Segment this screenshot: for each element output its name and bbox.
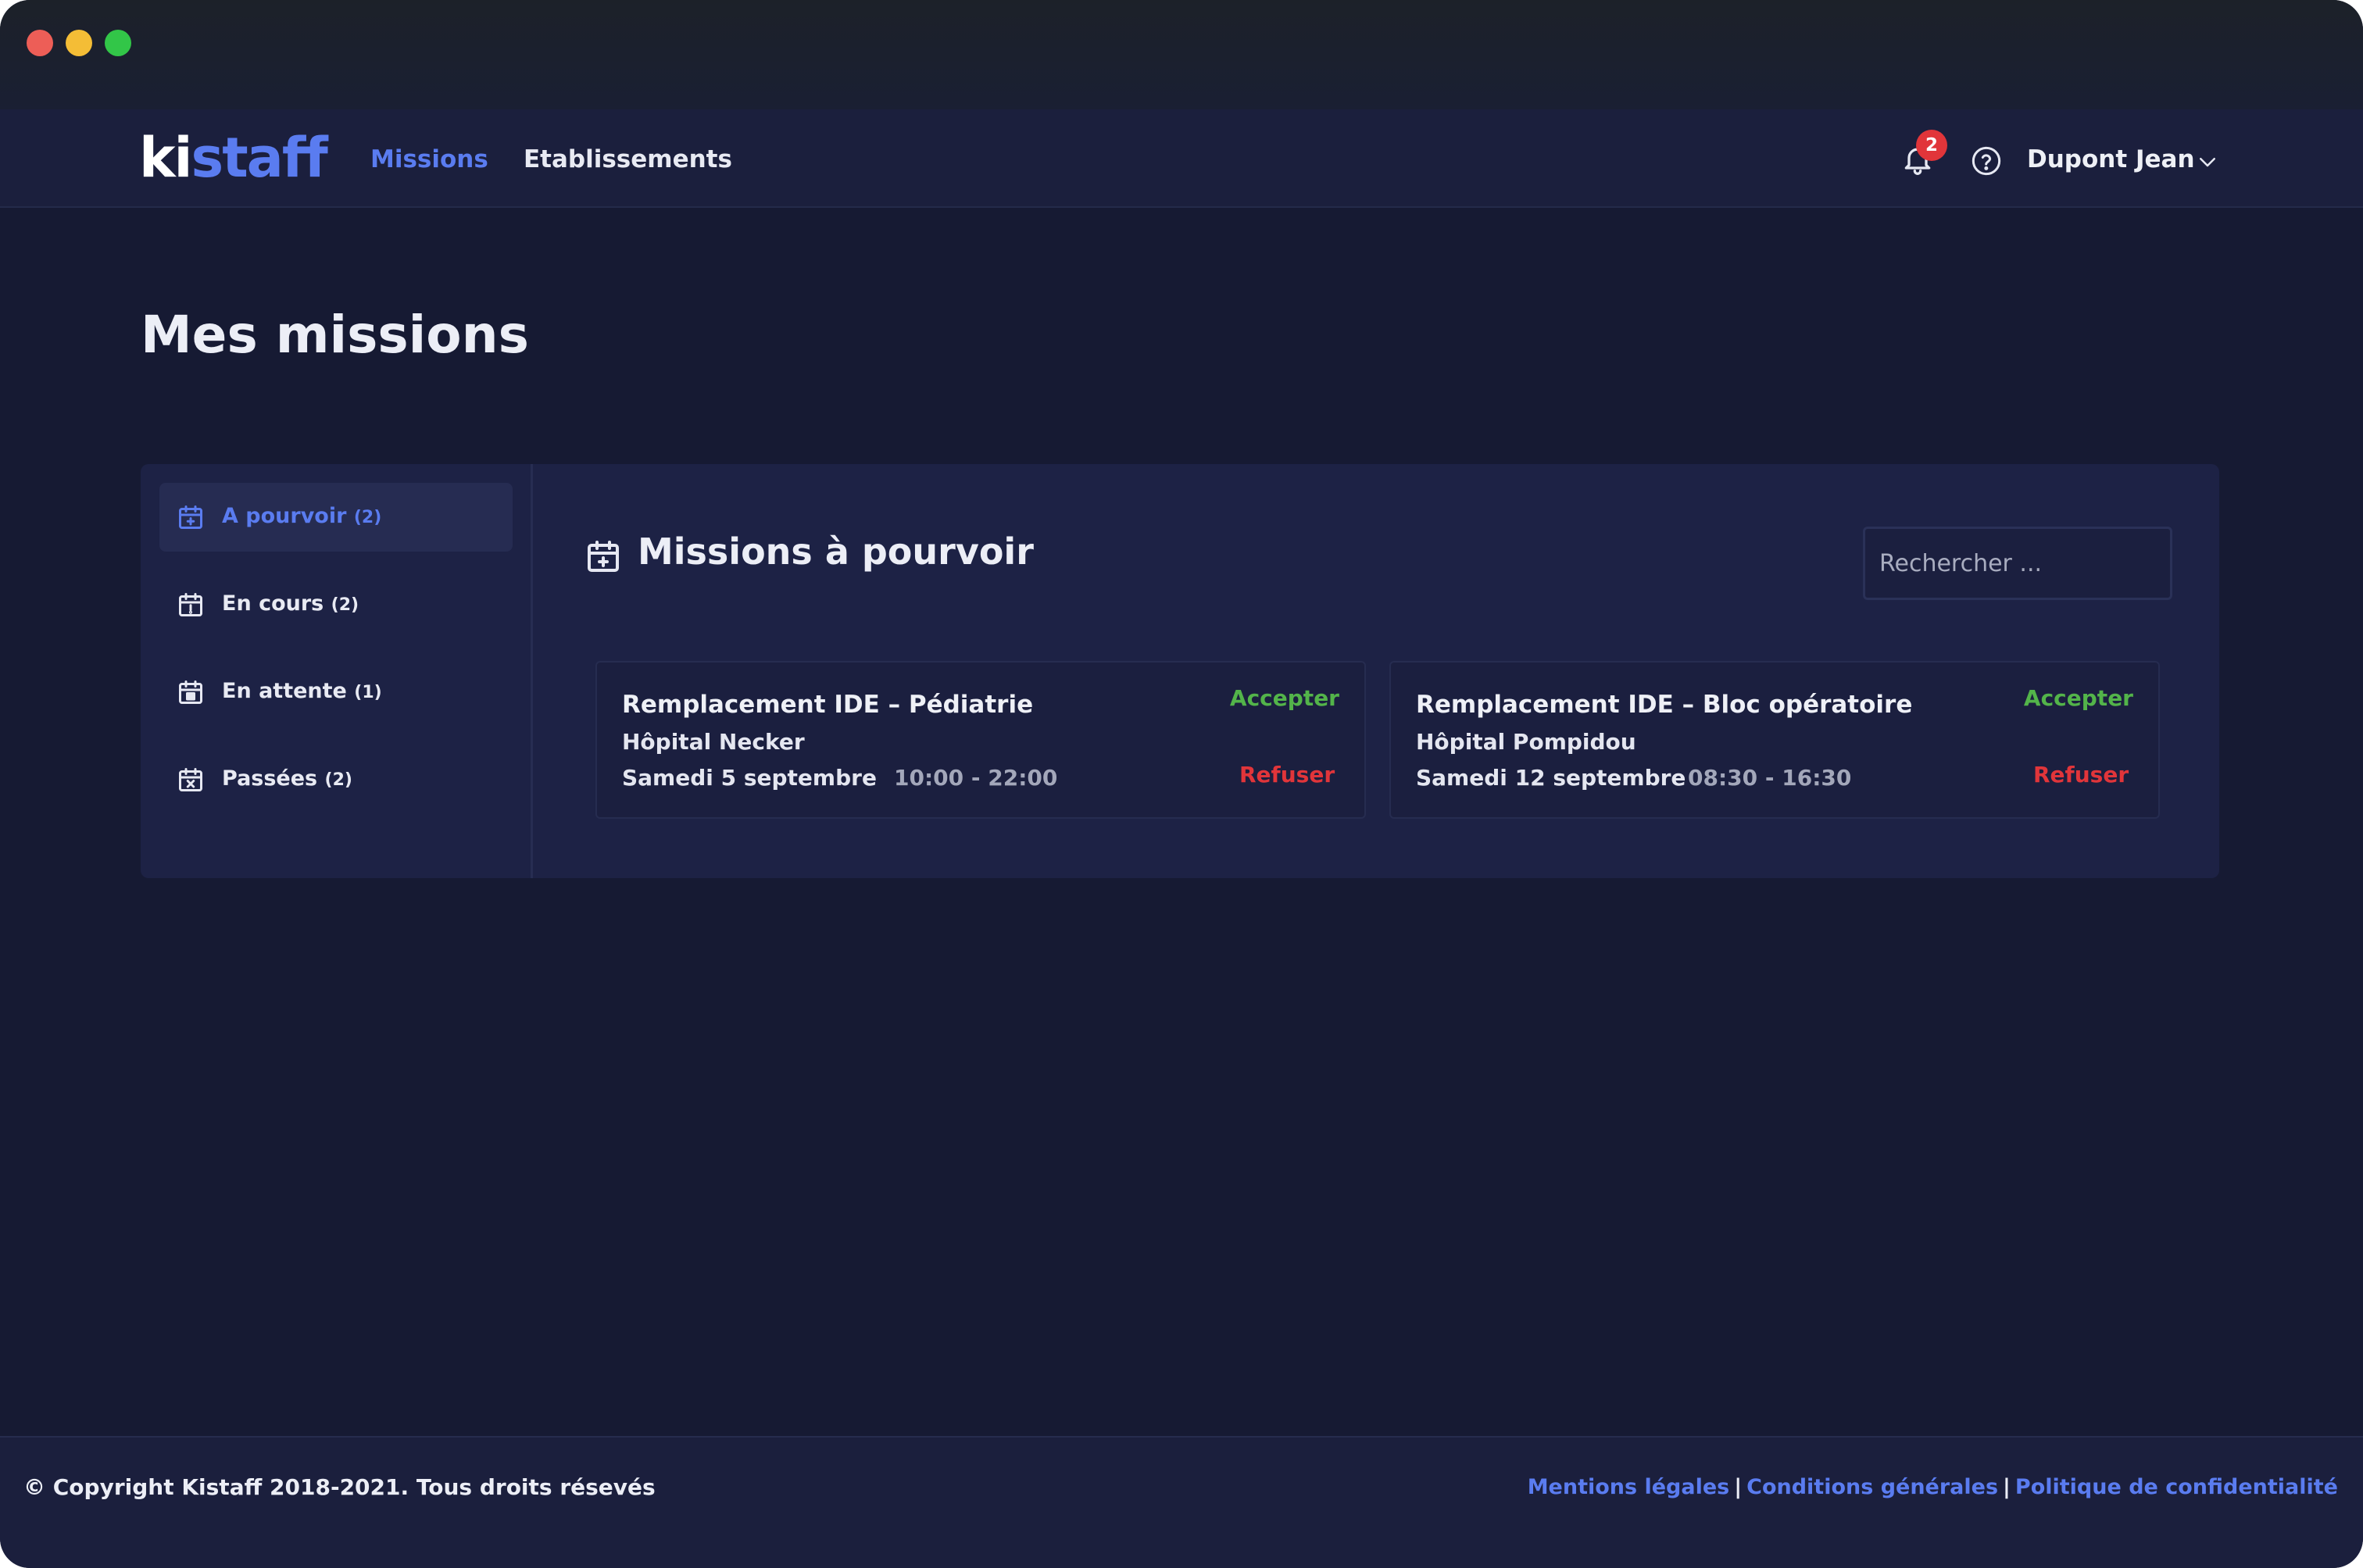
calendar-x-icon — [179, 768, 202, 791]
section-title: Missions à pourvoir — [638, 530, 1034, 573]
mission-place: Hôpital Necker — [622, 729, 805, 755]
sidebar-item-label: Passées (2) — [222, 764, 352, 795]
footer-link-mentions-legales[interactable]: Mentions légales — [1528, 1475, 1730, 1499]
footer-separator: | — [1734, 1475, 1743, 1499]
search-input[interactable] — [1863, 527, 2172, 600]
window-close-button[interactable] — [27, 30, 53, 56]
logo-part-staff: staff — [191, 126, 328, 190]
nav-missions[interactable]: Missions — [370, 144, 488, 175]
chevron-down-icon[interactable] — [2196, 150, 2219, 173]
sidebar-item-label: A pourvoir (2) — [222, 502, 381, 533]
sidebar-label-en-attente: En attente — [222, 679, 347, 703]
kistaff-logo[interactable]: kistaff — [139, 126, 328, 190]
sidebar-count-en-attente: (1) — [354, 683, 382, 702]
sidebar-label-passees: Passées — [222, 766, 318, 791]
refuse-button[interactable]: Refuser — [2033, 761, 2129, 789]
mission-place: Hôpital Pompidou — [1416, 729, 1636, 755]
sidebar-count-a-pourvoir: (2) — [353, 508, 382, 527]
window-minimize-button[interactable] — [66, 30, 92, 56]
page-footer: © Copyright Kistaff 2018-2021. Tous droi… — [0, 1436, 2363, 1568]
app-window: kistaff Missions Etablissements 2 Dupont… — [0, 0, 2363, 1568]
sidebar-count-passees: (2) — [324, 770, 352, 790]
calendar-alert-icon — [179, 593, 202, 616]
mission-card[interactable]: Remplacement IDE – Pédiatrie Hôpital Nec… — [595, 661, 1366, 819]
copyright-text: © Copyright Kistaff 2018-2021. Tous droi… — [23, 1474, 656, 1500]
footer-separator: | — [2003, 1475, 2011, 1499]
footer-links: Mentions légales | Conditions générales | Po… — [1528, 1473, 2338, 1502]
footer-link-conditions-generales[interactable]: Conditions générales — [1746, 1475, 1998, 1499]
sidebar-label-en-cours: En cours — [222, 591, 324, 616]
help-circle-icon[interactable] — [1971, 145, 2002, 177]
mission-card[interactable]: Remplacement IDE – Bloc opératoire Hôpit… — [1389, 661, 2160, 819]
sidebar-item-label: En cours (2) — [222, 589, 359, 620]
mission-time: 08:30 - 16:30 — [1688, 765, 1852, 791]
mission-date: Samedi 12 septembre — [1416, 765, 1686, 791]
nav-etablissements[interactable]: Etablissements — [524, 144, 732, 175]
sidebar-count-en-cours: (2) — [331, 595, 359, 615]
mission-title: Remplacement IDE – Bloc opératoire — [1416, 691, 1913, 719]
sidebar-label-a-pourvoir: A pourvoir — [222, 504, 347, 528]
logo-part-ki: ki — [139, 126, 193, 190]
sidebar-item-passees[interactable]: Passées (2) — [159, 745, 513, 814]
notification-badge: 2 — [1916, 130, 1947, 161]
mission-time: 10:00 - 22:00 — [894, 765, 1058, 791]
calendar-plus-icon — [588, 541, 619, 572]
accept-button[interactable]: Accepter — [1230, 684, 1339, 713]
mission-date: Samedi 5 septembre — [622, 765, 877, 791]
mission-title: Remplacement IDE – Pédiatrie — [622, 691, 1034, 719]
user-menu-name[interactable]: Dupont Jean — [2027, 144, 2195, 175]
refuse-button[interactable]: Refuser — [1239, 761, 1335, 789]
accept-button[interactable]: Accepter — [2024, 684, 2133, 713]
calendar-icon — [179, 680, 202, 704]
sidebar-item-a-pourvoir[interactable]: A pourvoir (2) — [159, 483, 513, 552]
missions-sidebar: A pourvoir (2) En cours (2) En attente (… — [141, 464, 533, 878]
window-titlebar — [0, 0, 2363, 109]
window-maximize-button[interactable] — [105, 30, 131, 56]
sidebar-item-en-cours[interactable]: En cours (2) — [159, 570, 513, 639]
sidebar-item-label: En attente (1) — [222, 677, 382, 708]
footer-link-politique-confidentialite[interactable]: Politique de confidentialité — [2015, 1475, 2338, 1499]
page-title: Mes missions — [141, 305, 529, 365]
missions-panel: A pourvoir (2) En cours (2) En attente (… — [141, 464, 2219, 878]
calendar-plus-icon — [179, 505, 202, 529]
sidebar-item-en-attente[interactable]: En attente (1) — [159, 658, 513, 727]
top-navbar: kistaff Missions Etablissements 2 Dupont… — [0, 109, 2363, 208]
